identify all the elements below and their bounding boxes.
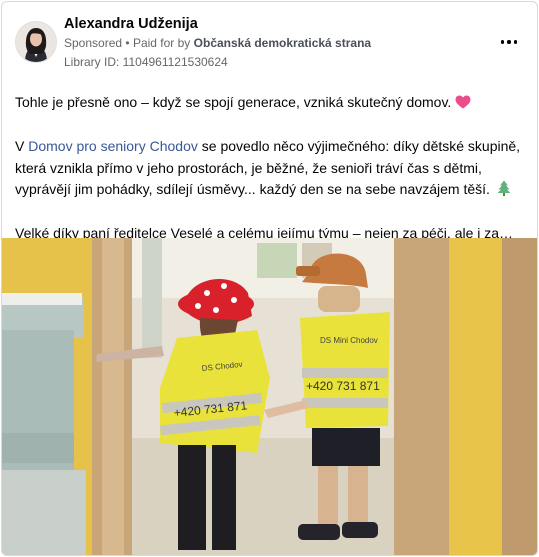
post-image[interactable]: +420 731 871 DS Chodov +420 731 871 DS M… bbox=[2, 238, 537, 555]
separator-dot: • bbox=[125, 36, 133, 50]
paragraph-1-text: Tohle je přesně ono – když se spojí gene… bbox=[15, 94, 452, 110]
payer-name[interactable]: Občanská demokratická strana bbox=[194, 36, 371, 50]
more-options-icon bbox=[500, 40, 518, 44]
author-avatar[interactable] bbox=[15, 21, 57, 63]
paid-for-prefix: Paid for by bbox=[132, 36, 191, 50]
more-options-button[interactable] bbox=[496, 32, 522, 52]
sponsored-line: Sponsored • Paid for by Občanská demokra… bbox=[64, 36, 371, 50]
paragraph-2-prefix: V bbox=[15, 138, 29, 154]
page-link-domov-chodov[interactable]: Domov pro seniory Chodov bbox=[28, 138, 198, 154]
post-body: Tohle je přesně ono – když se spojí gene… bbox=[15, 92, 527, 245]
paragraph-1: Tohle je přesně ono – když se spojí gene… bbox=[15, 92, 527, 116]
paragraph-2: V Domov pro seniory Chodov se povedlo ně… bbox=[15, 136, 527, 203]
author-name[interactable]: Alexandra Udženija bbox=[64, 16, 198, 32]
vest-phone-right: +420 731 871 bbox=[306, 379, 380, 393]
vest-label-right: DS Mini Chodov bbox=[320, 336, 378, 345]
pink-heart-icon bbox=[455, 94, 471, 116]
library-id: Library ID: 1104961121530624 bbox=[64, 55, 228, 69]
sponsored-label: Sponsored bbox=[64, 36, 123, 50]
tree-icon bbox=[497, 180, 511, 203]
children-walking-photo: +420 731 871 DS Chodov +420 731 871 DS M… bbox=[2, 238, 537, 555]
avatar-photo bbox=[16, 22, 56, 62]
ad-post-card: Alexandra Udženija Sponsored • Paid for … bbox=[1, 1, 538, 556]
